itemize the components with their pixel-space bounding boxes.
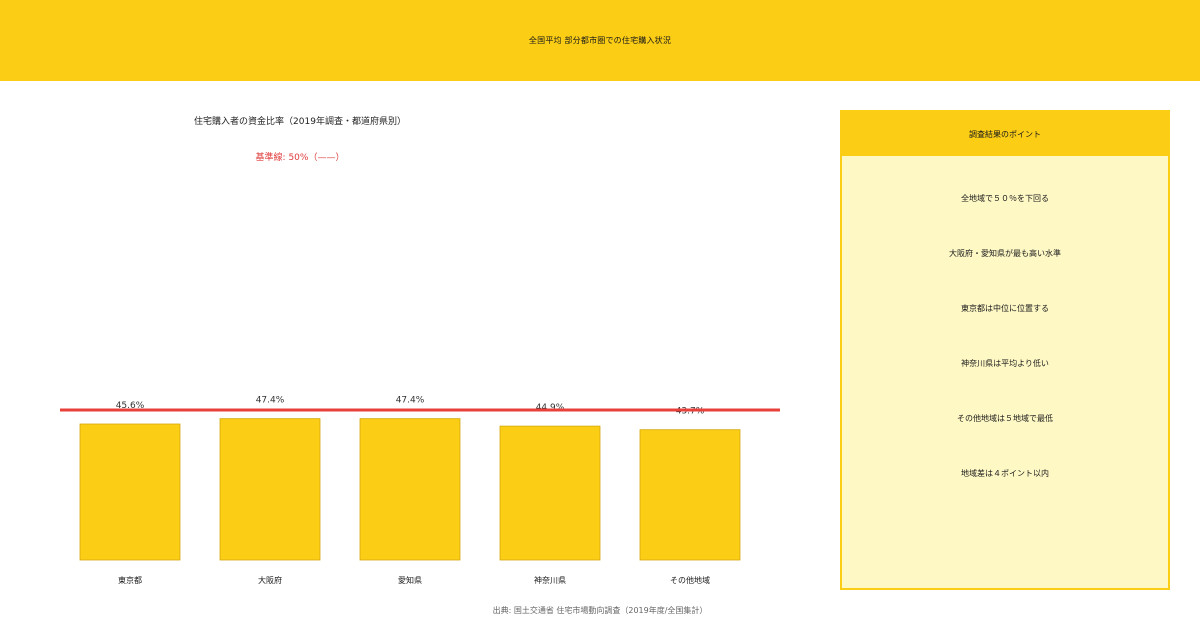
side-panel: 調査結果のポイント 全地域で５０％を下回る 大阪府・愛知県が最も高い水準 東京都… xyxy=(840,110,1170,590)
data-label: 47.4% xyxy=(256,396,285,406)
bar xyxy=(219,418,321,561)
side-panel-item: 地域差は４ポイント以内 xyxy=(961,469,1049,478)
x-tick-label: 愛知県 xyxy=(398,575,422,585)
side-panel-title: 調査結果のポイント xyxy=(842,112,1168,156)
x-tick-label: 東京都 xyxy=(118,575,142,585)
data-label: 43.7% xyxy=(676,407,705,417)
side-panel-item: 大阪府・愛知県が最も高い水準 xyxy=(949,249,1061,258)
x-tick-label: 大阪府 xyxy=(258,575,282,585)
bar xyxy=(359,418,461,561)
bar xyxy=(639,429,741,561)
side-panel-item: 全地域で５０％を下回る xyxy=(961,194,1049,203)
bar-chart: 45.6%東京都47.4%大阪府47.4%愛知県44.9%神奈川県43.7%その… xyxy=(60,396,780,585)
side-panel-item: 神奈川県は平均より低い xyxy=(961,359,1049,368)
side-panel-item: 東京都は中位に位置する xyxy=(961,304,1049,313)
side-panel-item: その他地域は５地域で最低 xyxy=(957,414,1053,423)
x-tick-label: 神奈川県 xyxy=(534,575,566,585)
bar xyxy=(499,425,601,561)
data-label: 47.4% xyxy=(396,396,425,406)
bar xyxy=(79,423,181,561)
x-tick-label: その他地域 xyxy=(670,575,710,585)
data-label: 44.9% xyxy=(536,403,565,413)
source-note: 出典: 国土交通省 住宅市場動向調査（2019年度/全国集計） xyxy=(492,606,708,615)
